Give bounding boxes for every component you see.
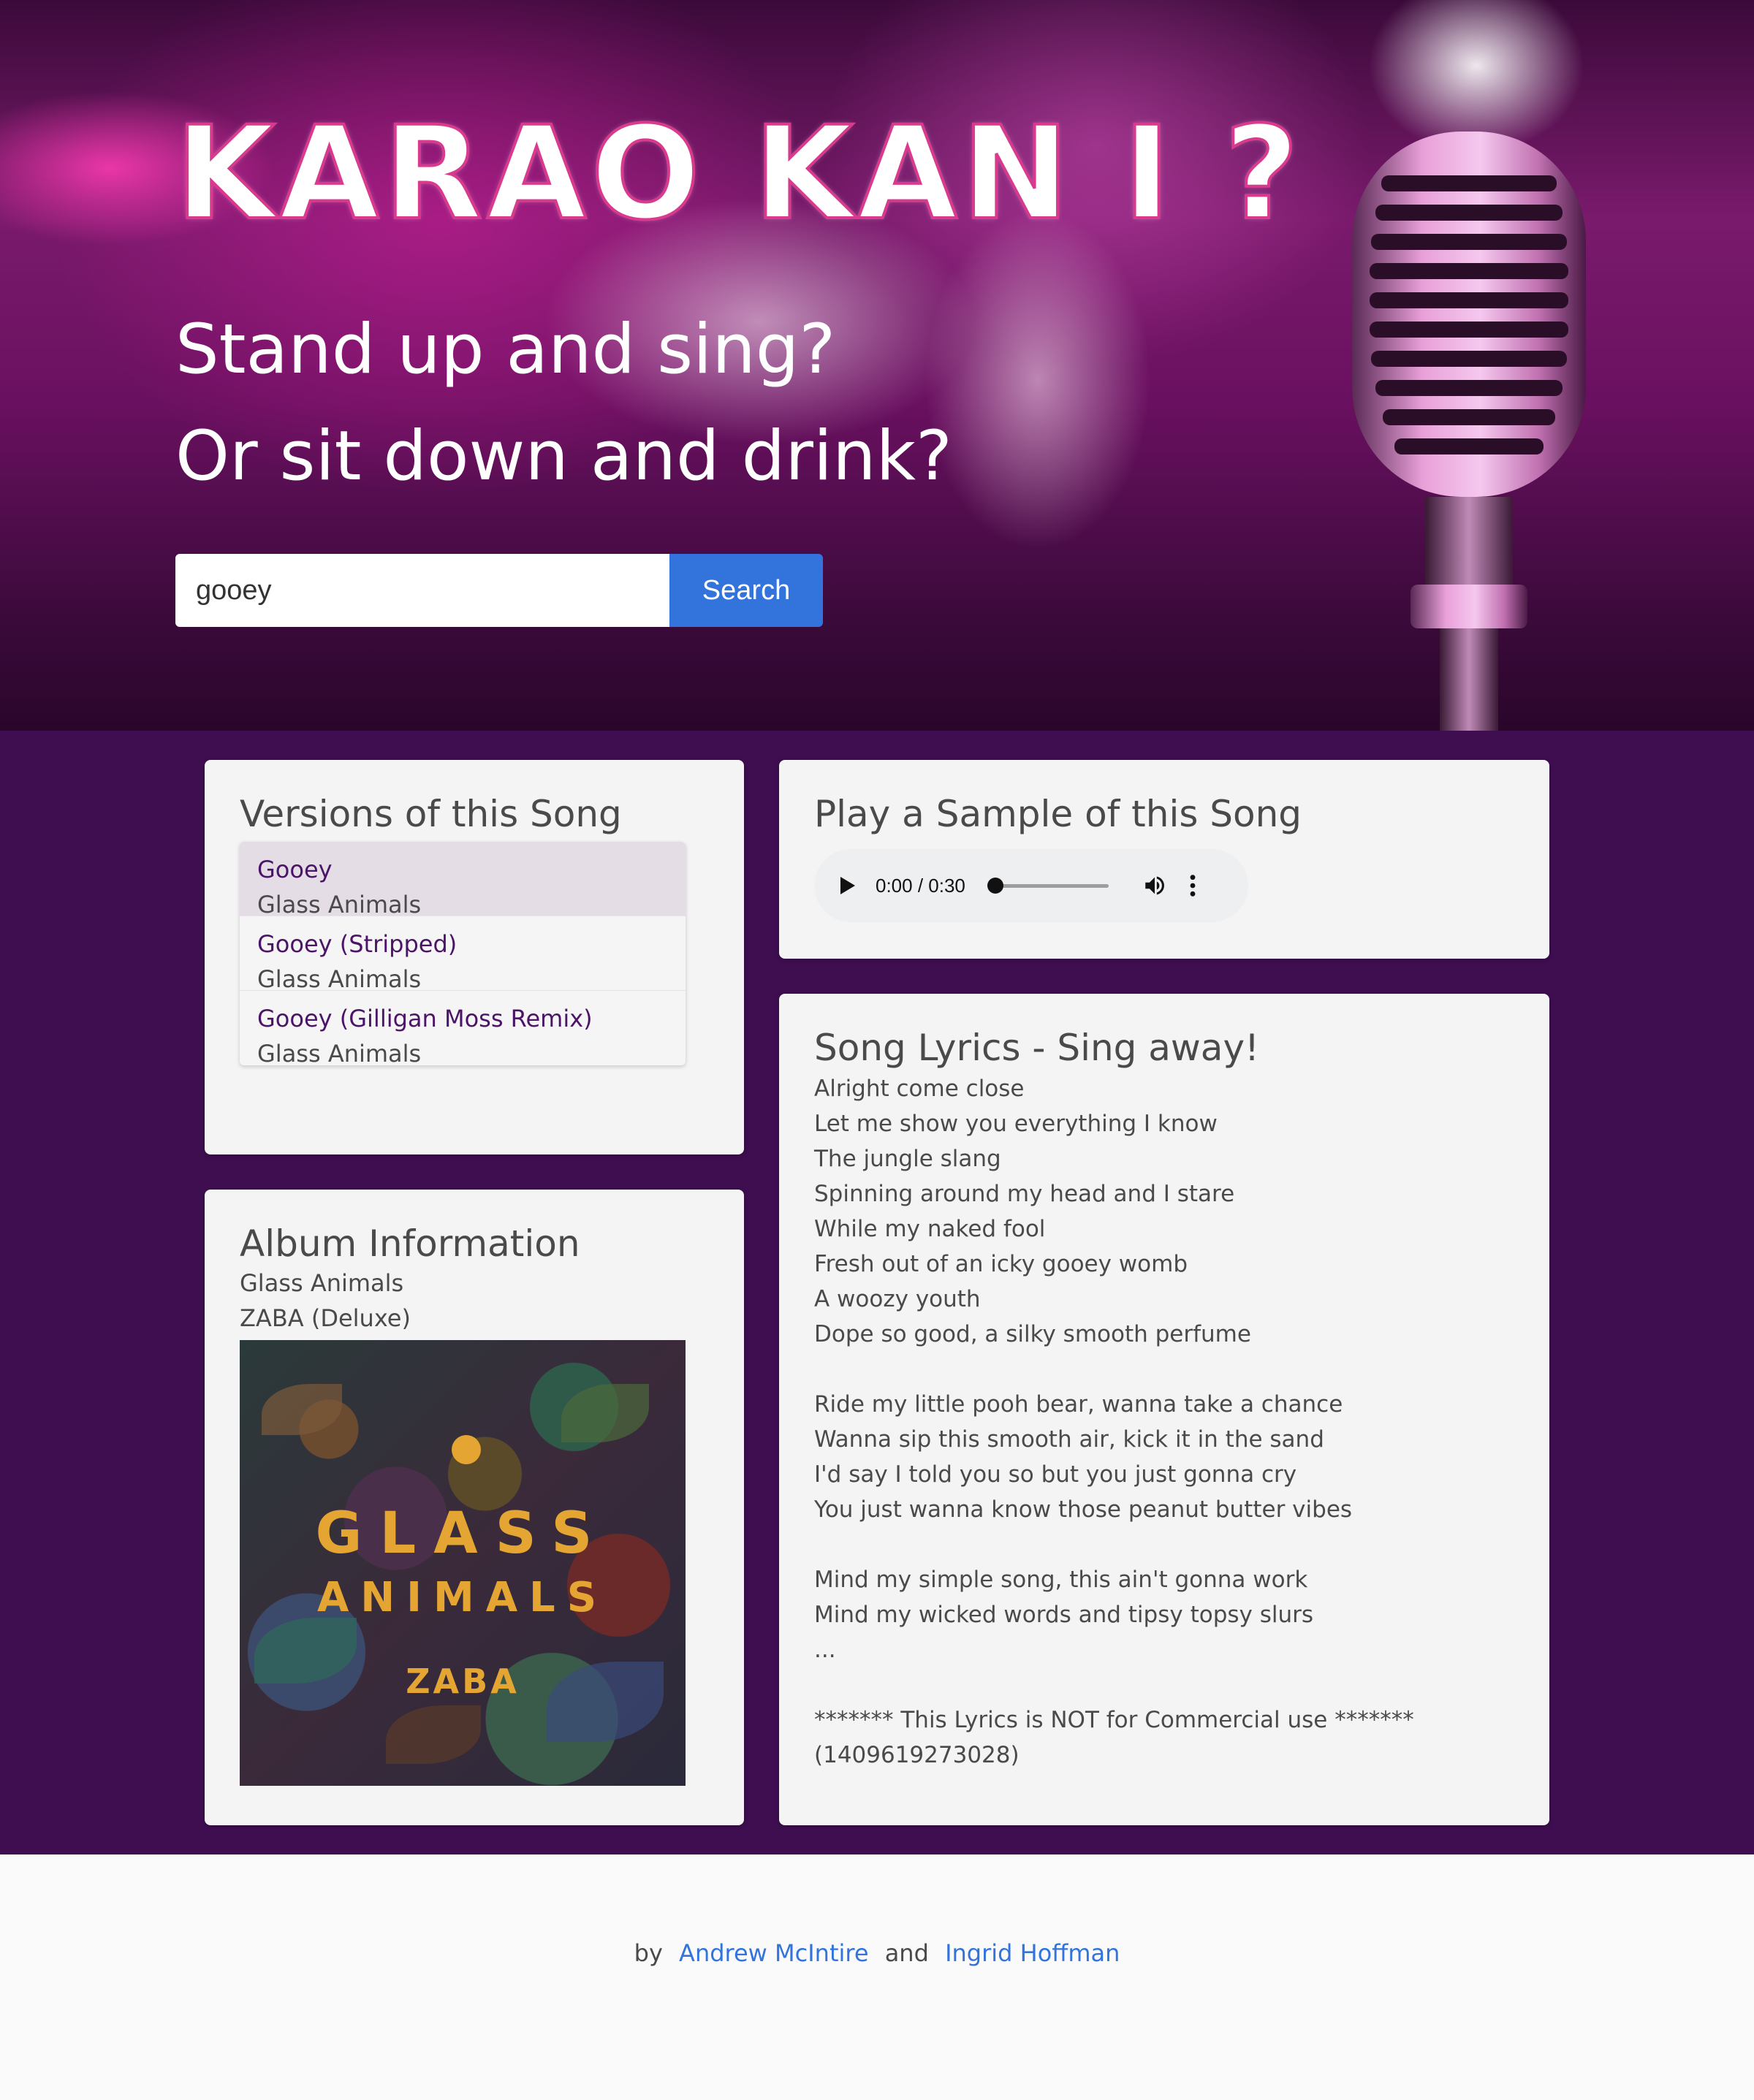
- album-name: ZABA (Deluxe): [240, 1304, 411, 1332]
- lyrics-heading: Song Lyrics - Sing away!: [814, 1027, 1260, 1069]
- footer: by Andrew McIntire and Ingrid Hoffman: [0, 1854, 1754, 2100]
- sample-card: Play a Sample of this Song 0:00 / 0:30: [779, 760, 1549, 959]
- footer-and: and: [884, 1939, 929, 1967]
- album-cover-image: GLASS ANIMALS ZABA: [240, 1340, 686, 1786]
- album-artist: Glass Animals: [240, 1269, 404, 1297]
- tagline-line-2: Or sit down and drink?: [175, 416, 952, 496]
- volume-icon[interactable]: [1142, 873, 1167, 898]
- lyrics-card: Song Lyrics - Sing away! Alright come cl…: [779, 994, 1549, 1825]
- search-input[interactable]: [175, 554, 669, 627]
- author-link-andrew[interactable]: Andrew McIntire: [679, 1939, 868, 1967]
- cover-text-zaba: ZABA: [406, 1662, 520, 1701]
- search-form: Search: [175, 554, 1303, 627]
- version-item-gooey-remix[interactable]: Gooey (Gilligan Moss Remix) Glass Animal…: [240, 991, 686, 1065]
- main-content: Versions of this Song Gooey Glass Animal…: [0, 731, 1754, 1854]
- version-artist: Glass Animals: [257, 1040, 422, 1065]
- version-title: Gooey: [257, 856, 333, 883]
- cover-text-animals: ANIMALS: [316, 1574, 609, 1621]
- sun-emblem-icon: [452, 1435, 481, 1464]
- version-title: Gooey (Gilligan Moss Remix): [257, 1005, 593, 1032]
- album-card: Album Information Glass Animals ZABA (De…: [205, 1190, 744, 1825]
- tagline-line-1: Stand up and sing?: [175, 310, 836, 389]
- hero-banner: KARAO KAN I ? Stand up and sing? Or sit …: [0, 0, 1754, 731]
- versions-heading: Versions of this Song: [240, 793, 622, 835]
- version-title: Gooey (Stripped): [257, 930, 458, 958]
- more-options-icon[interactable]: [1189, 873, 1196, 898]
- search-button[interactable]: Search: [669, 554, 823, 627]
- footer-by: by: [634, 1939, 663, 1967]
- sample-heading: Play a Sample of this Song: [814, 793, 1302, 835]
- microphone-image: [1323, 102, 1615, 731]
- audio-time: 0:00 / 0:30: [876, 874, 965, 897]
- album-heading: Album Information: [240, 1222, 580, 1265]
- versions-list: Gooey Glass Animals Gooey (Stripped) Gla…: [240, 842, 686, 1065]
- lyrics-text: Alright come close Let me show you every…: [814, 1076, 1414, 1768]
- play-icon[interactable]: [840, 877, 855, 894]
- site-logo: KARAO KAN I ?: [174, 99, 1304, 248]
- audio-player: 0:00 / 0:30: [814, 849, 1248, 922]
- version-item-gooey-stripped[interactable]: Gooey (Stripped) Glass Animals: [240, 916, 686, 993]
- version-item-gooey[interactable]: Gooey Glass Animals: [240, 842, 686, 918]
- author-link-ingrid[interactable]: Ingrid Hoffman: [945, 1939, 1120, 1967]
- cover-text-glass: GLASS: [315, 1501, 610, 1567]
- versions-card: Versions of this Song Gooey Glass Animal…: [205, 760, 744, 1154]
- tagline: Stand up and sing? Or sit down and drink…: [175, 297, 1303, 510]
- audio-progress-thumb[interactable]: [987, 877, 1003, 894]
- audio-progress-slider[interactable]: [987, 877, 1109, 894]
